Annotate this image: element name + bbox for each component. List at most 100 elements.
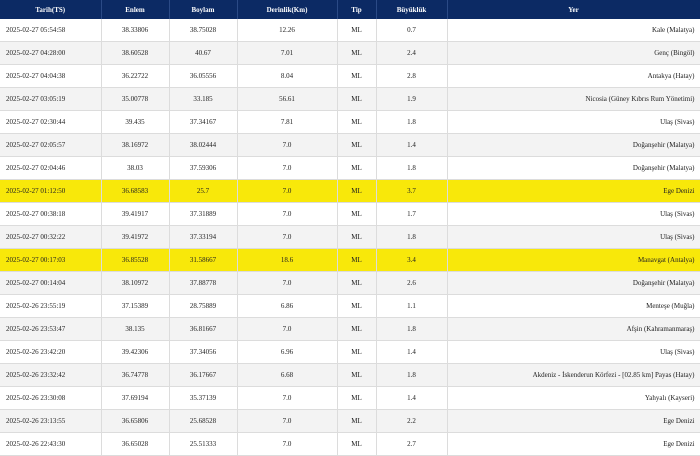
cell-depth: 6.96 xyxy=(237,340,338,364)
column-header-longitude[interactable]: Boylam xyxy=(169,0,238,19)
cell-time: 2025-02-27 01:12:50 xyxy=(0,179,102,203)
table-row[interactable]: 2025-02-26 23:32:42 36.74778 36.17667 6.68 M… xyxy=(0,363,700,387)
cell-latitude: 36.68583 xyxy=(101,179,170,203)
cell-type: ML xyxy=(337,64,377,88)
cell-magnitude: 2.4 xyxy=(376,41,448,65)
column-header-depth[interactable]: Derinlik(Km) xyxy=(237,0,338,19)
header-row: Tarih(TS) Enlem Boylam Derinlik(Km) Tip … xyxy=(0,0,700,19)
table-body: 2025-02-27 05:54:58 38.33806 38.75028 12.26… xyxy=(0,19,700,456)
table-row[interactable]: 2025-02-26 23:42:20 39.42306 37.34056 6.96 M… xyxy=(0,340,700,364)
table-row[interactable]: 2025-02-26 23:53:47 38.135 36.81667 7.0 ML 1.… xyxy=(0,317,700,341)
cell-type: ML xyxy=(337,271,377,295)
cell-depth: 18.6 xyxy=(237,248,338,272)
cell-magnitude: 3.4 xyxy=(376,248,448,272)
cell-depth: 7.0 xyxy=(237,202,338,226)
cell-latitude: 38.33806 xyxy=(101,19,170,42)
table-row[interactable]: 2025-02-27 04:28:00 38.60528 40.67 7.01 ML 2.… xyxy=(0,41,700,65)
cell-depth: 7.0 xyxy=(237,432,338,456)
table-row[interactable]: 2025-02-27 00:38:18 39.41917 37.31889 7.0 ML… xyxy=(0,202,700,226)
table-row[interactable]: 2025-02-27 04:04:38 36.22722 36.05556 8.04 M… xyxy=(0,64,700,88)
column-header-location[interactable]: Yer xyxy=(447,0,700,19)
table-row[interactable]: 2025-02-27 01:12:50 36.68583 25.7 7.0 ML 3.7 E… xyxy=(0,179,700,203)
table-row[interactable]: 2025-02-26 22:43:30 36.65028 25.51333 7.0 ML… xyxy=(0,432,700,456)
cell-type: ML xyxy=(337,386,377,410)
cell-location: Menteşe (Muğla) xyxy=(447,294,700,318)
cell-type: ML xyxy=(337,202,377,226)
cell-magnitude: 1.4 xyxy=(376,386,448,410)
cell-latitude: 36.85528 xyxy=(101,248,170,272)
cell-magnitude: 0.7 xyxy=(376,19,448,42)
cell-depth: 7.0 xyxy=(237,271,338,295)
cell-location: Manavgat (Antalya) xyxy=(447,248,700,272)
table-row[interactable]: 2025-02-27 05:54:58 38.33806 38.75028 12.26… xyxy=(0,19,700,42)
cell-depth: 8.04 xyxy=(237,64,338,88)
cell-longitude: 36.81667 xyxy=(169,317,238,341)
cell-magnitude: 1.8 xyxy=(376,156,448,180)
cell-location: Ulaş (Sivas) xyxy=(447,225,700,249)
cell-magnitude: 3.7 xyxy=(376,179,448,203)
cell-time: 2025-02-26 23:13:55 xyxy=(0,409,102,433)
column-header-magnitude[interactable]: Büyüklük xyxy=(376,0,448,19)
table-row[interactable]: 2025-02-27 00:17:03 36.85528 31.58667 18.6 M… xyxy=(0,248,700,272)
cell-depth: 7.0 xyxy=(237,225,338,249)
cell-location: Ege Denizi xyxy=(447,179,700,203)
cell-longitude: 25.7 xyxy=(169,179,238,203)
cell-longitude: 28.75889 xyxy=(169,294,238,318)
table-row[interactable]: 2025-02-27 02:30:44 39.435 37.34167 7.81 ML 1… xyxy=(0,110,700,134)
cell-depth: 12.26 xyxy=(237,19,338,42)
cell-latitude: 35.00778 xyxy=(101,87,170,111)
table-row[interactable]: 2025-02-27 00:14:04 38.10972 37.88778 7.0 ML… xyxy=(0,271,700,295)
cell-magnitude: 1.9 xyxy=(376,87,448,111)
table-row[interactable]: 2025-02-27 02:04:46 38.03 37.59306 7.0 ML 1.8… xyxy=(0,156,700,180)
cell-magnitude: 1.4 xyxy=(376,133,448,157)
cell-location: Ulaş (Sivas) xyxy=(447,340,700,364)
cell-type: ML xyxy=(337,294,377,318)
table-row[interactable]: 2025-02-27 02:05:57 38.16972 38.02444 7.0 ML… xyxy=(0,133,700,157)
table-row[interactable]: 2025-02-26 23:55:19 37.15389 28.75889 6.86 M… xyxy=(0,294,700,318)
cell-longitude: 37.34056 xyxy=(169,340,238,364)
cell-location: Ege Denizi xyxy=(447,409,700,433)
cell-magnitude: 1.8 xyxy=(376,363,448,387)
cell-type: ML xyxy=(337,110,377,134)
table-row[interactable]: 2025-02-27 00:32:22 39.41972 37.33194 7.0 ML… xyxy=(0,225,700,249)
cell-type: ML xyxy=(337,432,377,456)
cell-longitude: 38.02444 xyxy=(169,133,238,157)
cell-type: ML xyxy=(337,41,377,65)
cell-location: Yahyalı (Kayseri) xyxy=(447,386,700,410)
cell-depth: 7.0 xyxy=(237,156,338,180)
table-row[interactable]: 2025-02-27 03:05:19 35.00778 33.185 56.61 ML… xyxy=(0,87,700,111)
cell-location: Afşin (Kahramanmaraş) xyxy=(447,317,700,341)
cell-location: Doğanşehir (Malatya) xyxy=(447,156,700,180)
cell-time: 2025-02-27 04:04:38 xyxy=(0,64,102,88)
cell-time: 2025-02-26 23:32:42 xyxy=(0,363,102,387)
column-header-type[interactable]: Tip xyxy=(337,0,377,19)
cell-time: 2025-02-27 02:05:57 xyxy=(0,133,102,157)
cell-type: ML xyxy=(337,156,377,180)
column-header-time[interactable]: Tarih(TS) xyxy=(0,0,102,19)
cell-longitude: 36.05556 xyxy=(169,64,238,88)
cell-depth: 7.0 xyxy=(237,317,338,341)
cell-longitude: 33.185 xyxy=(169,87,238,111)
cell-location: Ulaş (Sivas) xyxy=(447,110,700,134)
cell-longitude: 36.17667 xyxy=(169,363,238,387)
cell-time: 2025-02-27 02:04:46 xyxy=(0,156,102,180)
cell-latitude: 38.10972 xyxy=(101,271,170,295)
cell-depth: 7.0 xyxy=(237,179,338,203)
cell-latitude: 36.65028 xyxy=(101,432,170,456)
cell-magnitude: 1.8 xyxy=(376,110,448,134)
cell-time: 2025-02-27 00:14:04 xyxy=(0,271,102,295)
cell-location: Nicosia (Güney Kıbrıs Rum Yönetimi) xyxy=(447,87,700,111)
cell-depth: 7.0 xyxy=(237,409,338,433)
cell-latitude: 37.15389 xyxy=(101,294,170,318)
table-row[interactable]: 2025-02-26 23:13:55 36.65806 25.68528 7.0 ML… xyxy=(0,409,700,433)
cell-magnitude: 2.2 xyxy=(376,409,448,433)
cell-longitude: 40.67 xyxy=(169,41,238,65)
cell-magnitude: 2.7 xyxy=(376,432,448,456)
cell-location: Antakya (Hatay) xyxy=(447,64,700,88)
column-header-latitude[interactable]: Enlem xyxy=(101,0,170,19)
cell-type: ML xyxy=(337,317,377,341)
cell-location: Doğanşehir (Malatya) xyxy=(447,271,700,295)
cell-magnitude: 1.8 xyxy=(376,317,448,341)
cell-type: ML xyxy=(337,363,377,387)
table-row[interactable]: 2025-02-26 23:30:08 37.69194 35.37139 7.0 ML… xyxy=(0,386,700,410)
